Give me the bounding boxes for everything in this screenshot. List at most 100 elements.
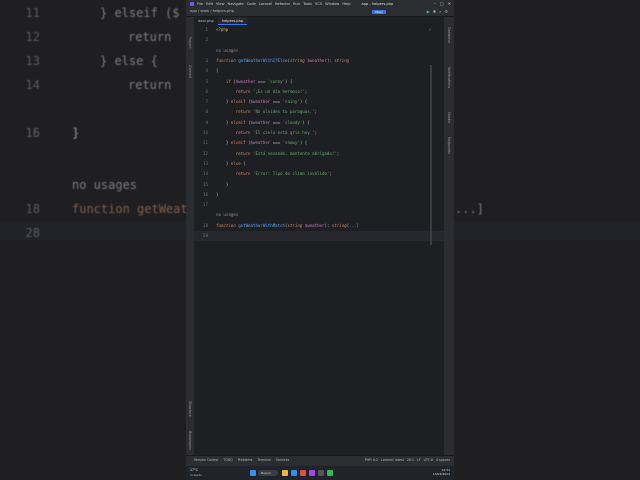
code-token: string <box>287 222 305 228</box>
code-text: { <box>216 66 218 76</box>
code-line[interactable]: 14 return 'Error: Tipo de clima inválido… <box>194 169 444 179</box>
minimize-icon[interactable]: – <box>434 1 436 6</box>
line-number: 28 <box>202 233 208 238</box>
code-text: return '¡Es un día hermoso!'; <box>216 87 308 97</box>
taskbar-search[interactable]: Buscar <box>258 470 278 476</box>
status-item[interactable]: PHP: 8.2 <box>365 458 378 462</box>
run-icon[interactable]: ▶ <box>427 9 430 14</box>
menu-refactor[interactable]: Refactor <box>275 2 290 6</box>
weather-desc: Soleado <box>190 473 202 477</box>
code-line[interactable]: 28 <box>194 231 444 241</box>
code-line[interactable]: 6 return '¡Es un día hermoso!'; <box>194 87 444 97</box>
code-line[interactable]: 7 } elseif ($weather === 'rainy') { <box>194 97 444 107</box>
usage-hint-line[interactable]: no usages <box>194 46 444 56</box>
menu-view[interactable]: View <box>216 2 225 6</box>
tool-window-services[interactable]: Services <box>276 458 289 462</box>
tool-gradle[interactable]: Gradle <box>447 112 451 123</box>
menu-tools[interactable]: Tools <box>303 2 312 6</box>
status-item[interactable]: UTF-8 <box>424 458 433 462</box>
line-number: 18 <box>202 222 208 228</box>
menu-help[interactable]: Help <box>342 2 350 6</box>
line-number: 5 <box>205 78 208 84</box>
code-token: else <box>230 160 244 166</box>
taskbar-apps <box>282 470 333 476</box>
search-icon[interactable]: ⌕ <box>439 9 441 14</box>
code-line[interactable]: 10 return 'El cielo está gris hoy.'; <box>194 128 444 138</box>
code-token: === <box>270 140 283 146</box>
tool-window-version-control[interactable]: Version Control <box>194 458 218 462</box>
close-icon[interactable]: ✕ <box>448 1 451 6</box>
status-item[interactable]: LF <box>417 458 421 462</box>
tool-notifications[interactable]: Notifications <box>447 67 451 88</box>
code-token: { <box>216 68 219 74</box>
code-line[interactable]: 11 } elseif ($weather === 'snowy') { <box>194 138 444 148</box>
tool-bookmarks[interactable]: Bookmarks <box>188 431 192 450</box>
code-token: string <box>331 222 347 228</box>
spotify-icon[interactable] <box>327 470 333 476</box>
code-token: } <box>216 191 219 197</box>
menu-file[interactable]: File <box>197 2 203 6</box>
code-line[interactable]: 17 <box>194 200 444 210</box>
code-token: 'No olvides tu paraguas.' <box>252 109 315 115</box>
tool-commit[interactable]: Commit <box>188 65 192 78</box>
code-token: === <box>270 119 283 125</box>
code-line[interactable]: 5 if ($weather === 'sunny') { <box>194 77 444 87</box>
status-item[interactable]: Laravel: latest <box>381 458 404 462</box>
tool-window-todo[interactable]: TODO <box>223 458 232 462</box>
tool-database[interactable]: Database <box>447 27 451 43</box>
code-line[interactable]: 8 return 'No olvides tu paraguas.'; <box>194 107 444 117</box>
tool-window-problems[interactable]: Problems <box>238 458 253 462</box>
code-line[interactable]: 1 <?php <box>194 25 444 35</box>
browser-icon[interactable] <box>291 470 297 476</box>
phpstorm-icon[interactable] <box>309 470 315 476</box>
toolbar: app / www / helpers.php Main ▶ ✱ ⌕ ⚙ <box>186 8 454 17</box>
tool-project[interactable]: Project <box>188 37 192 49</box>
status-item[interactable]: 28:1 <box>407 458 414 462</box>
code-line[interactable]: 15 } <box>194 180 444 190</box>
line-number: 6 <box>205 88 208 94</box>
editor-scrollbar[interactable] <box>430 65 432 245</box>
status-item[interactable]: 4 spaces <box>436 458 450 462</box>
start-icon[interactable] <box>250 470 256 476</box>
debug-icon[interactable]: ✱ <box>433 9 436 14</box>
breadcrumb[interactable]: app / www / helpers.php <box>190 9 234 13</box>
tool-structure[interactable]: Structure <box>188 401 192 417</box>
code-line[interactable]: 18 function getWeatherWithMatch(string $w… <box>194 221 444 231</box>
chrome-icon[interactable] <box>300 470 306 476</box>
settings-icon[interactable]: ⚙ <box>444 9 448 14</box>
line-number: 2 <box>205 37 208 43</box>
menu-run[interactable]: Run <box>293 2 300 6</box>
code-line[interactable]: 13 } else { <box>194 159 444 169</box>
code-line[interactable]: 2 <box>194 35 444 45</box>
run-configuration-button[interactable]: Main <box>372 10 386 14</box>
menu-code[interactable]: Code <box>247 2 256 6</box>
code-token: === <box>270 99 283 105</box>
code-line[interactable]: 12 return 'Está nevando, mantente abriga… <box>194 149 444 159</box>
usage-hint-line[interactable]: no usages <box>194 210 444 220</box>
line-number: 17 <box>202 202 208 208</box>
code-line[interactable]: 3 function getWeatherWithIfElse(string $w… <box>194 56 444 66</box>
tab-helpers[interactable]: helpers.php <box>217 17 248 25</box>
tool-window-terminal[interactable]: Terminal <box>257 458 270 462</box>
file-explorer-icon[interactable] <box>282 470 288 476</box>
maximize-icon[interactable]: □ <box>440 1 444 6</box>
tool-endpoints[interactable]: Endpoints <box>447 137 451 154</box>
menu-laravel[interactable]: Laravel <box>259 2 272 6</box>
code-text: return 'El cielo está gris hoy.'; <box>216 128 317 138</box>
code-token: '¡Es un día hermoso!' <box>252 88 305 94</box>
menu-navigate[interactable]: Navigate <box>228 2 244 6</box>
weather-temp[interactable]: 17°C <box>190 468 198 472</box>
terminal-icon[interactable] <box>318 470 324 476</box>
code-line[interactable]: 4{ <box>194 66 444 76</box>
menu-window[interactable]: Window <box>325 2 339 6</box>
code-line[interactable]: 16} <box>194 190 444 200</box>
menu-vcs[interactable]: VCS <box>315 2 322 6</box>
code-editor[interactable]: ✓ 1 <?php 2 no usages 3 function getWeatherWi… <box>194 25 444 455</box>
code-text: } elseif ($weather === 'rainy') { <box>216 97 307 107</box>
line-number: 7 <box>205 99 208 105</box>
menu-edit[interactable]: Edit <box>206 2 213 6</box>
system-tray[interactable]: 12:31 13/03/2024 <box>433 468 450 476</box>
code-line[interactable]: 9 } elseif ($weather === 'cloudy') { <box>194 118 444 128</box>
code-text: } <box>216 180 228 190</box>
tab-door[interactable]: door.php <box>194 17 218 25</box>
